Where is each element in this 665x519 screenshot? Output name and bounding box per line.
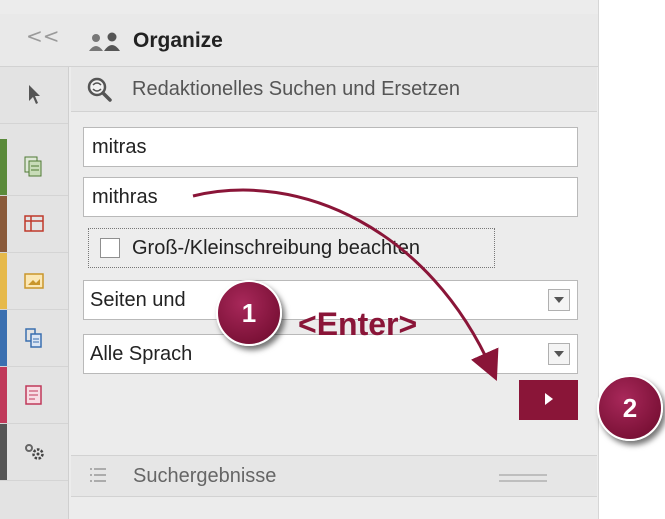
search-results-title: Suchergebnisse xyxy=(133,465,277,487)
datasource-tool-stripe xyxy=(0,310,7,366)
search-replace-title: Redaktionelles Suchen und Ersetzen xyxy=(132,78,460,100)
media-icon xyxy=(23,271,45,291)
language-select-value: Alle Sprach xyxy=(90,343,193,365)
datasource-icon xyxy=(23,326,45,350)
media-tool[interactable] xyxy=(0,253,68,310)
list-icon xyxy=(89,466,107,489)
collapse-button[interactable]: << xyxy=(26,24,60,48)
search-input[interactable] xyxy=(83,127,578,167)
search-replace-icon xyxy=(85,75,117,108)
settings-tool[interactable] xyxy=(0,424,68,481)
templates-tool[interactable] xyxy=(0,367,68,424)
gears-icon xyxy=(21,441,47,463)
organize-icon xyxy=(87,31,123,55)
replace-input[interactable] xyxy=(83,177,578,217)
drag-handle-icon[interactable] xyxy=(499,470,547,488)
table-tool[interactable] xyxy=(0,196,68,253)
step-1-callout: 1 xyxy=(216,280,282,346)
step-2-callout: 2 xyxy=(597,375,663,441)
organize-panel: << Organize Redaktionelles Suchen und Er… xyxy=(0,0,599,519)
pages-tool-stripe xyxy=(0,139,7,195)
play-icon xyxy=(544,392,554,409)
table-tool-stripe xyxy=(0,196,7,252)
enter-key-label: <Enter> xyxy=(298,306,418,342)
panel-title: Organize xyxy=(133,29,223,52)
chevron-down-icon[interactable] xyxy=(548,343,570,365)
pointer-tool[interactable] xyxy=(0,67,68,124)
datasource-tool[interactable] xyxy=(0,310,68,367)
pages-icon xyxy=(23,155,45,179)
case-sensitive-option[interactable]: Groß-/Kleinschreibung beachten xyxy=(88,228,495,268)
panel-header: << Organize xyxy=(0,14,598,67)
search-replace-header[interactable]: Redaktionelles Suchen und Ersetzen xyxy=(71,67,597,112)
scope-select-value: Seiten und xyxy=(90,289,186,311)
case-sensitive-checkbox[interactable] xyxy=(100,238,120,258)
settings-tool-stripe xyxy=(0,424,7,480)
pages-tool[interactable] xyxy=(0,139,68,196)
media-tool-stripe xyxy=(0,253,7,309)
case-sensitive-label: Groß-/Kleinschreibung beachten xyxy=(132,237,420,259)
execute-search-button[interactable] xyxy=(519,380,578,420)
templates-tool-stripe xyxy=(0,367,7,423)
left-toolbar xyxy=(0,67,69,519)
templates-icon xyxy=(23,383,45,407)
search-results-header[interactable]: Suchergebnisse xyxy=(71,455,597,497)
table-icon xyxy=(23,213,45,235)
chevron-down-icon[interactable] xyxy=(548,289,570,311)
pointer-icon xyxy=(26,83,42,107)
